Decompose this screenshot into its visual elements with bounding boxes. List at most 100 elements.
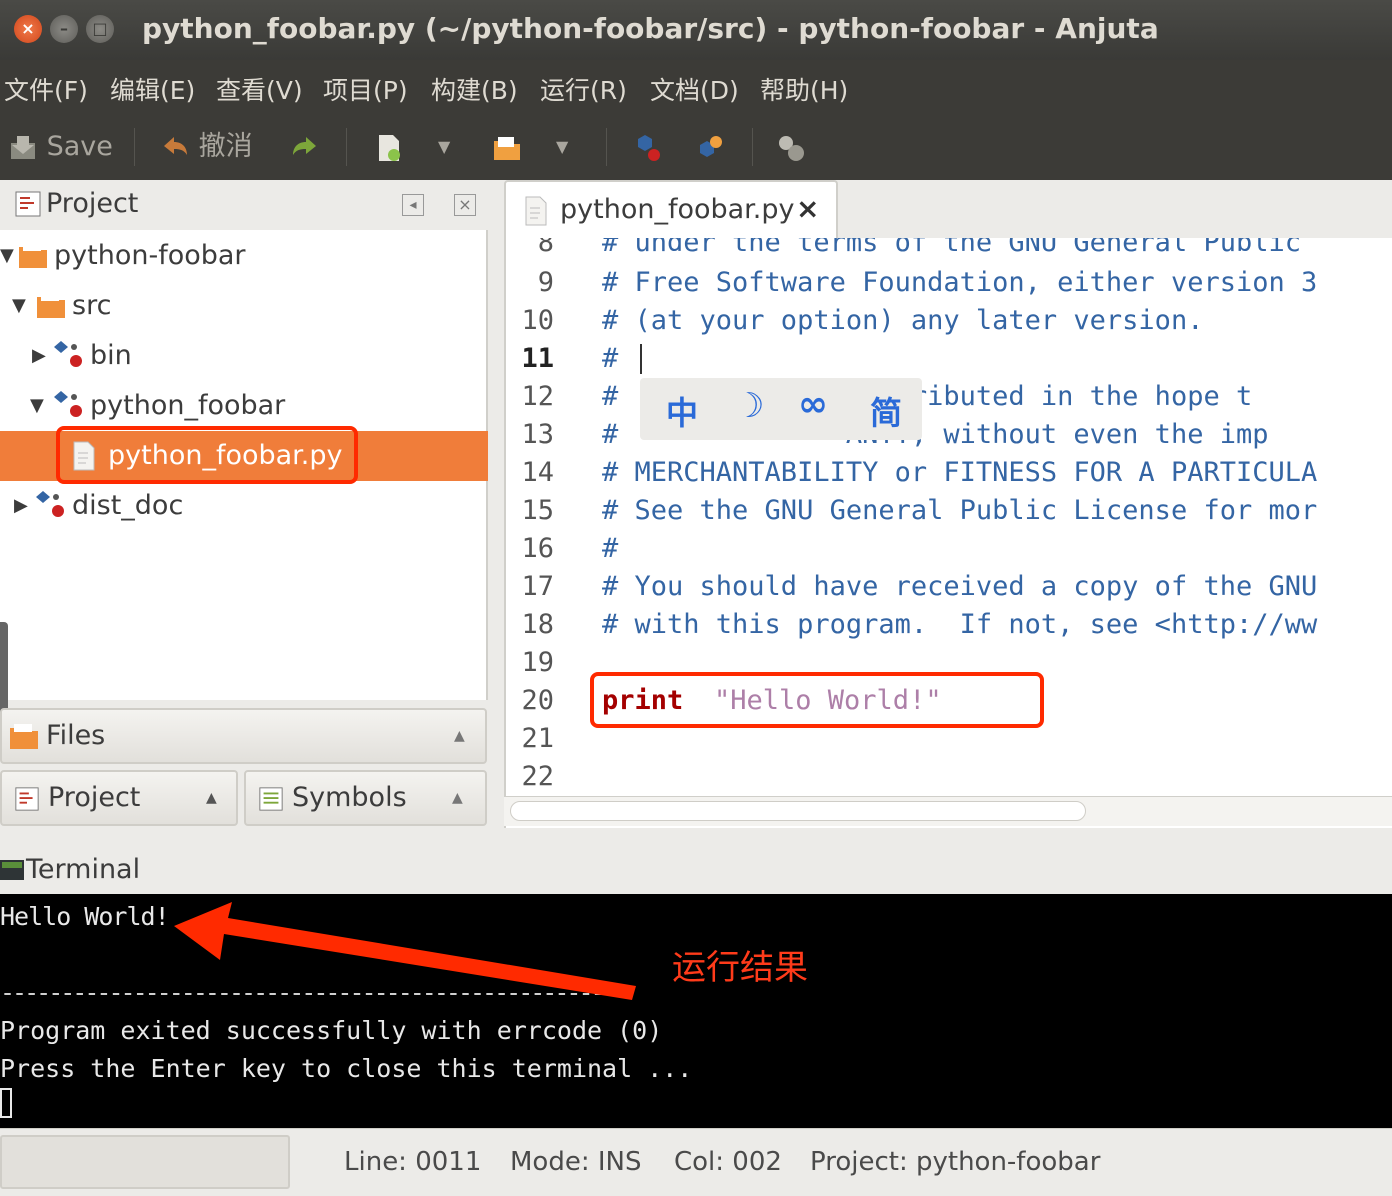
menu-document[interactable]: 文档(D)	[650, 71, 739, 107]
ime-punctuation-icon[interactable]: ∞	[798, 384, 828, 425]
toolbar: Save 撤消 ▼ ▼	[0, 114, 1392, 180]
tree-item-src[interactable]: ▼ src	[0, 281, 488, 331]
code-line: 8 # under the terms of the GNU General Pu…	[537, 238, 1301, 258]
terminal-line: Hello World!	[0, 902, 170, 931]
terminal-cursor	[0, 1088, 12, 1118]
code-line: 22	[521, 761, 554, 792]
tree-item-dist-doc[interactable]: ▶ dist_doc	[0, 481, 488, 531]
save-icon	[11, 135, 35, 159]
debug-icon	[700, 135, 722, 157]
menu-build[interactable]: 构建(B)	[431, 71, 518, 107]
redo-arrow-icon	[293, 136, 316, 155]
new-file-dropdown[interactable]: ▼	[438, 128, 450, 166]
build-button[interactable]	[776, 128, 806, 166]
status-line: Line: 0011	[344, 1147, 482, 1177]
close-window-button[interactable]: ×	[14, 15, 42, 43]
editor-tab-label: python_foobar.py	[560, 194, 795, 225]
redo-button[interactable]	[290, 128, 320, 166]
tree-item-label: python_foobar	[90, 390, 286, 421]
target-icon	[54, 341, 82, 367]
collapsed-triangle-icon[interactable]: ▶	[32, 331, 46, 381]
status-project: Project: python-foobar	[810, 1147, 1101, 1177]
run-icon	[638, 134, 660, 161]
status-mode: Mode: INS	[510, 1147, 642, 1177]
ime-chinese-icon[interactable]: 中	[666, 388, 698, 434]
ime-simplified-icon[interactable]: 简	[870, 388, 902, 434]
collapsed-triangle-icon[interactable]: ▶	[14, 481, 28, 531]
menu-file[interactable]: 文件(F)	[4, 71, 88, 107]
terminal-line: Program exited successfully with errcode…	[0, 1016, 663, 1045]
tab-project-label: Project	[48, 782, 141, 813]
code-line: 14 # MERCHANTABILITY or FITNESS FOR A PAR…	[521, 457, 1318, 488]
code-line: 12 # distributed in the hope t	[521, 381, 1253, 412]
chevron-up-icon: ▲	[454, 728, 465, 744]
gears-icon	[779, 135, 804, 161]
open-file-button[interactable]	[492, 128, 522, 166]
project-icon	[15, 191, 41, 217]
code-line: 13 # ANTY; without even the imp	[521, 419, 1269, 450]
status-bar: Line: 0011 Mode: INS Col: 002 Project: p…	[0, 1128, 1392, 1196]
toolbar-separator	[752, 128, 753, 166]
code-line: 15 # See the GNU General Public License f…	[521, 495, 1318, 526]
status-col: Col: 002	[674, 1147, 782, 1177]
tab-symbols-label: Symbols	[292, 782, 407, 813]
code-line-current: 11 #	[506, 340, 1392, 378]
ime-moon-icon[interactable]: ☽	[734, 386, 764, 426]
undo-label: 撤消	[198, 131, 253, 162]
tree-scroll-handle[interactable]	[0, 622, 8, 720]
chevron-up-icon: ▲	[452, 790, 463, 806]
tab-files[interactable]: Files ▲	[0, 708, 487, 764]
menu-edit[interactable]: 编辑(E)	[110, 71, 195, 107]
text-cursor	[640, 344, 642, 374]
dock-icon[interactable]: ◂	[402, 194, 424, 216]
new-file-button[interactable]	[374, 128, 404, 166]
tree-item-label: bin	[90, 340, 132, 371]
editor-tab-python-foobar-py[interactable]: python_foobar.py ×	[504, 180, 838, 240]
run-button[interactable]	[634, 128, 664, 166]
project-panel-title: Project	[46, 188, 139, 219]
menu-view[interactable]: 查看(V)	[216, 71, 303, 107]
debug-button[interactable]	[696, 128, 726, 166]
expanded-triangle-icon[interactable]: ▼	[30, 381, 44, 431]
close-tab-icon[interactable]: ×	[796, 192, 819, 225]
undo-arrow-icon	[164, 136, 187, 155]
folder-icon	[10, 724, 38, 749]
close-panel-icon[interactable]: ×	[454, 194, 476, 216]
tree-item-label: src	[72, 290, 112, 321]
new-file-icon	[379, 134, 400, 161]
window-title: python_foobar.py (~/python-foobar/src) -…	[142, 12, 1159, 45]
toolbar-separator	[606, 128, 607, 166]
save-button[interactable]: Save	[8, 128, 113, 166]
expanded-triangle-icon[interactable]: ▼	[0, 231, 14, 281]
code-editor[interactable]: 8 # under the terms of the GNU General Pu…	[504, 238, 1392, 828]
python-file-icon	[525, 196, 547, 226]
tree-item-python-foobar-target[interactable]: ▼ python_foobar	[0, 381, 488, 431]
menu-run[interactable]: 运行(R)	[540, 71, 627, 107]
toolbar-separator	[346, 128, 347, 166]
menu-project[interactable]: 项目(P)	[323, 71, 408, 107]
tab-project[interactable]: Project ▲	[0, 770, 238, 826]
code-line: 9 # Free Software Foundation, either vers…	[537, 267, 1318, 298]
expanded-triangle-icon[interactable]: ▼	[12, 281, 26, 331]
code-line: 16 #	[521, 533, 619, 564]
folder-icon	[19, 243, 47, 268]
tree-item-label: python-foobar	[54, 240, 246, 271]
undo-button[interactable]: 撤消	[160, 128, 253, 166]
tab-symbols[interactable]: Symbols ▲	[244, 770, 487, 826]
terminal-header: Terminal	[0, 848, 1392, 894]
menu-help[interactable]: 帮助(H)	[760, 71, 848, 107]
tree-item-bin[interactable]: ▶ bin	[0, 331, 488, 381]
maximize-window-button[interactable]: □	[86, 15, 114, 43]
tab-files-label: Files	[46, 720, 106, 751]
editor-horizontal-scrollbar[interactable]	[504, 796, 1392, 826]
open-file-dropdown[interactable]: ▼	[556, 128, 568, 166]
symbols-icon	[259, 787, 283, 811]
tree-item-python-foobar[interactable]: ▼ python-foobar	[0, 231, 488, 281]
menu-bar: 文件(F) 编辑(E) 查看(V) 项目(P) 构建(B) 运行(R) 文档(D…	[0, 60, 1392, 114]
chevron-up-icon: ▲	[206, 790, 217, 806]
status-progress-box	[0, 1135, 290, 1189]
minimize-window-button[interactable]: –	[50, 15, 78, 43]
folder-icon	[37, 293, 65, 318]
save-label: Save	[46, 131, 113, 162]
scroll-thumb[interactable]	[510, 801, 1086, 821]
